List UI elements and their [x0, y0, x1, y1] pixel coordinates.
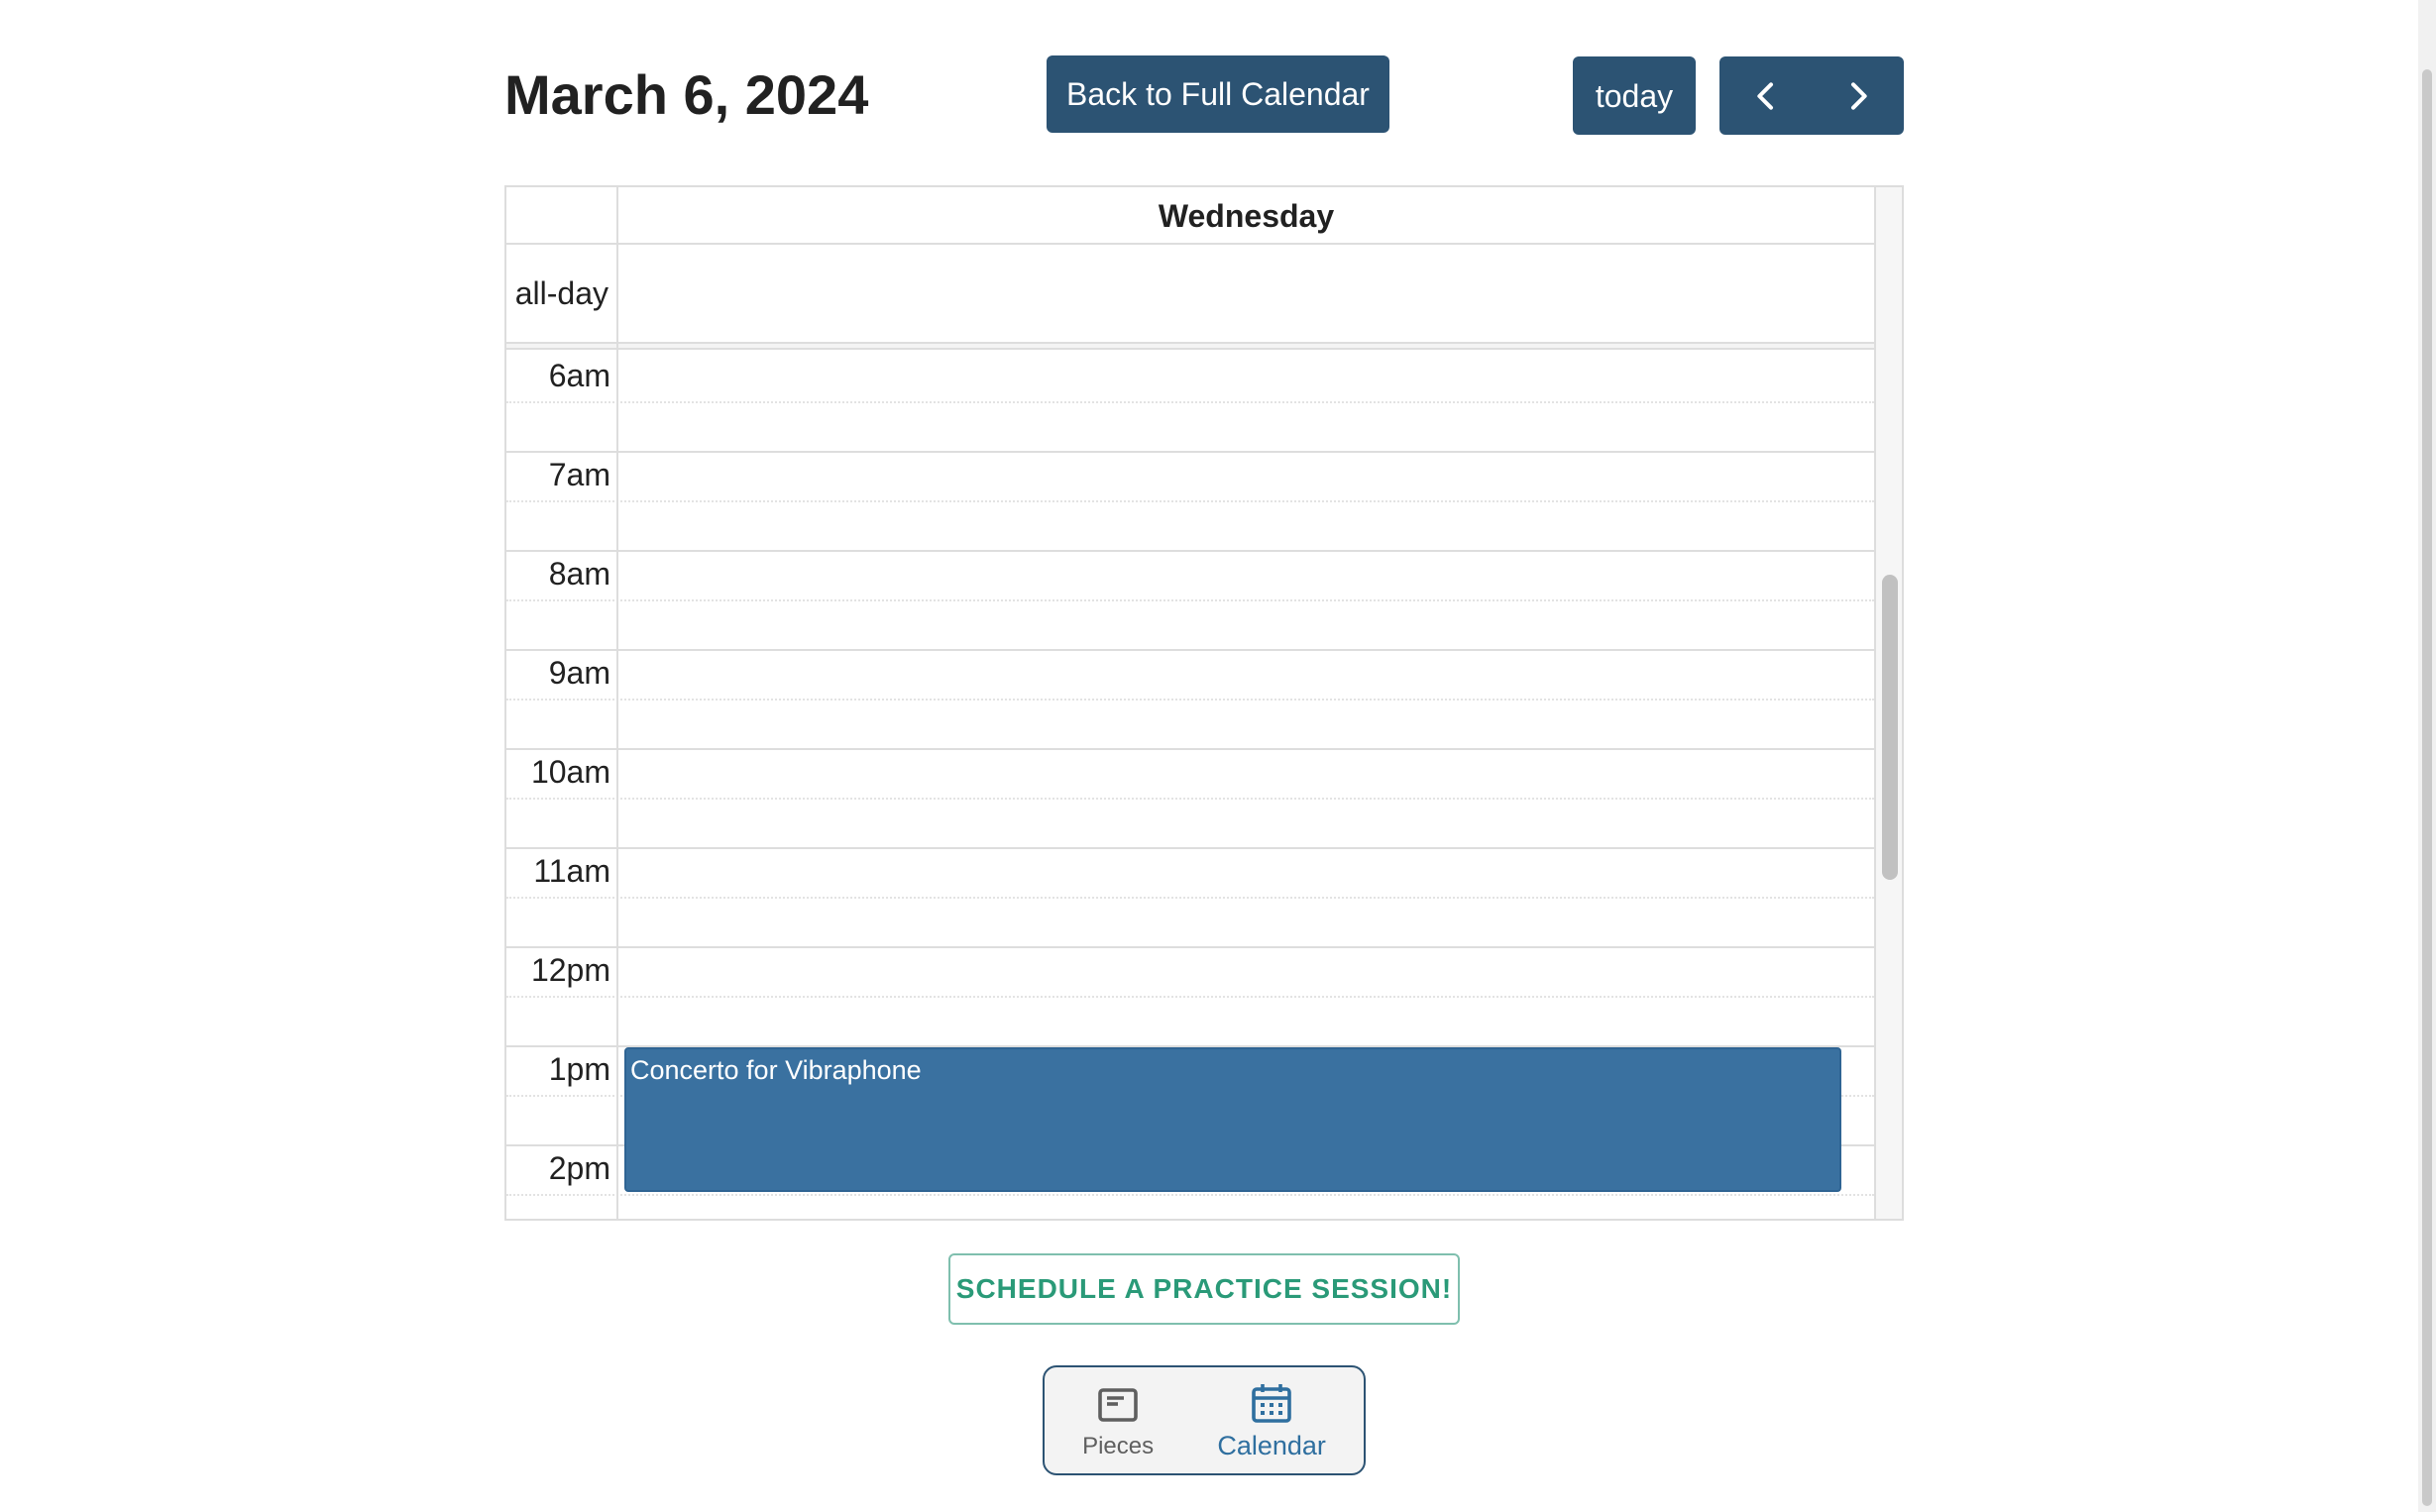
half-hour-line [506, 599, 1874, 601]
hour-line [506, 550, 1874, 552]
nav-item-calendar[interactable]: Calendar [1217, 1367, 1326, 1473]
time-axis-divider [616, 187, 618, 1219]
all-day-divider [506, 342, 1902, 350]
hour-label: 8am [548, 556, 610, 592]
half-hour-line [506, 401, 1874, 403]
hour-label: 12pm [530, 952, 610, 988]
pieces-icon [1098, 1387, 1138, 1422]
chevron-left-icon [1756, 81, 1773, 110]
next-day-button[interactable] [1812, 56, 1904, 135]
hour-label: 11am [533, 853, 610, 889]
page-scrollbar-thumb[interactable] [2422, 69, 2432, 1506]
prev-next-group [1719, 56, 1904, 135]
hour-line [506, 946, 1874, 948]
hour-label: 6am [548, 358, 610, 393]
back-to-full-calendar-button[interactable]: Back to Full Calendar [1047, 55, 1389, 133]
hour-label: 1pm [548, 1051, 610, 1087]
hour-line [506, 748, 1874, 750]
calendar-scrollbar-thumb[interactable] [1882, 575, 1898, 880]
page: March 6, 2024 Back to Full Calendar toda… [0, 0, 2436, 1512]
day-calendar: Wednesday all-day 6am 7am 8am 9am 10am 11am 12… [504, 185, 1904, 1221]
today-button[interactable]: today [1573, 56, 1696, 135]
half-hour-line [506, 798, 1874, 800]
nav-label-calendar: Calendar [1217, 1431, 1326, 1460]
all-day-row[interactable]: all-day [506, 245, 1874, 342]
day-column-header: Wednesday [1158, 197, 1335, 234]
hour-line [506, 649, 1874, 651]
half-hour-line [506, 996, 1874, 998]
time-grid[interactable]: 6am 7am 8am 9am 10am 11am 12pm 1pm 2pm Concerto f… [506, 350, 1874, 1219]
half-hour-line [506, 1194, 1874, 1196]
hour-label: 2pm [548, 1150, 610, 1186]
half-hour-line [506, 500, 1874, 502]
hour-line [506, 847, 1874, 849]
calendar-event[interactable]: Concerto for Vibraphone [624, 1047, 1841, 1192]
half-hour-line [506, 699, 1874, 701]
hour-label: 9am [548, 655, 610, 691]
calendar-header-row: Wednesday [506, 187, 1874, 245]
all-day-label: all-day [514, 274, 609, 311]
bottom-nav: Pieces Calendar [1043, 1365, 1366, 1475]
calendar-icon [1252, 1384, 1291, 1423]
nav-label-pieces: Pieces [1082, 1432, 1155, 1459]
prev-day-button[interactable] [1719, 56, 1812, 135]
hour-label: 10am [530, 754, 610, 790]
schedule-practice-session-button[interactable]: SCHEDULE A PRACTICE SESSION! [948, 1253, 1460, 1325]
half-hour-line [506, 897, 1874, 899]
hour-line [506, 451, 1874, 453]
page-title: March 6, 2024 [504, 63, 869, 126]
chevron-right-icon [1850, 81, 1867, 110]
hour-label: 7am [548, 457, 610, 492]
nav-item-pieces[interactable]: Pieces [1082, 1367, 1154, 1473]
